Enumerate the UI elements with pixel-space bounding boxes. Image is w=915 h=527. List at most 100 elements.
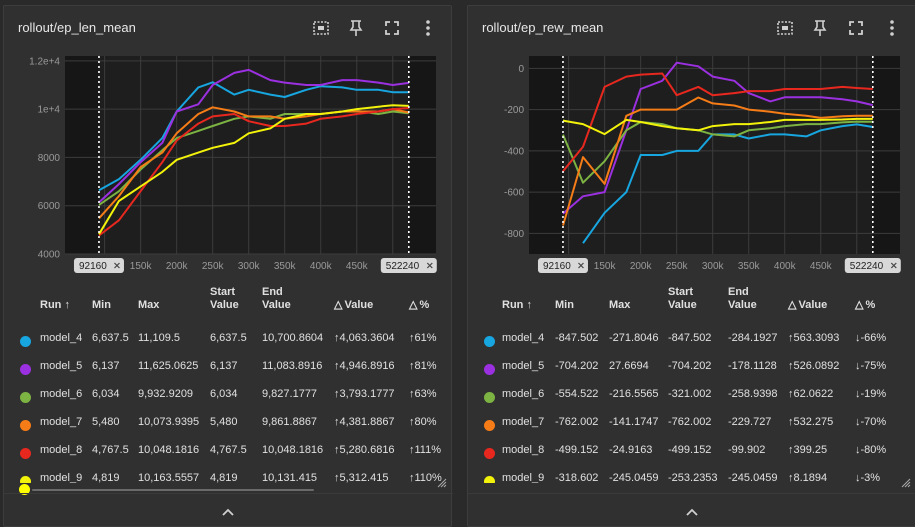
cell-dvalue: ↑8.1894 <box>788 472 828 483</box>
range-shade-right <box>872 56 900 254</box>
run-header[interactable]: Run ↑ <box>40 299 70 312</box>
cell-end: -99.902 <box>728 444 766 456</box>
delta-icon: △ <box>334 299 343 311</box>
end-value-header[interactable]: End Value <box>262 286 306 312</box>
cell-dvalue: ↑563.3093 <box>788 332 840 344</box>
pin-icon[interactable] <box>346 18 366 38</box>
cell-run: model_8 <box>502 444 545 456</box>
delta-value-header[interactable]: △ Value <box>788 299 827 312</box>
x-tick-label: 250k <box>202 261 225 272</box>
min-header[interactable]: Min <box>555 299 574 312</box>
delta-percent-header[interactable]: △% <box>855 299 875 312</box>
cell-end: 9,827.1777 <box>262 388 318 400</box>
x-tick-label: 450k <box>346 261 369 272</box>
cell-dpct: ↑81% <box>409 360 437 372</box>
table-row[interactable]: model_9 4,819 10,163.5557 4,819 10,131.415 ↑5… <box>4 464 453 483</box>
divider <box>4 493 453 494</box>
fullscreen-icon[interactable] <box>382 18 402 38</box>
cell-dvalue: ↑4,946.8916 <box>334 360 395 372</box>
min-header[interactable]: Min <box>92 299 111 312</box>
y-tick-label: 6000 <box>38 201 61 212</box>
card-title: rollout/ep_rew_mean <box>482 20 604 35</box>
cell-max: 9,932.9209 <box>138 388 194 400</box>
fit-domain-icon[interactable] <box>311 18 331 38</box>
table-row[interactable]: model_5 -704.202 27.6694 -704.202 -178.1128 ↑… <box>468 352 915 380</box>
delta-percent-header[interactable]: △% <box>409 299 429 312</box>
cell-min: 4,819 <box>92 472 120 483</box>
cell-start: 4,819 <box>210 472 238 483</box>
cell-dpct: ↑61% <box>409 332 437 344</box>
delta-value-header[interactable]: △ Value <box>334 299 373 312</box>
table-row[interactable]: model_8 4,767.5 10,048.1816 4,767.5 10,048.1… <box>4 436 453 464</box>
card-title: rollout/ep_len_mean <box>18 20 136 35</box>
table-row[interactable]: model_4 6,637.5 11,109.5 6,637.5 10,700.8604… <box>4 324 453 352</box>
range-chip-right[interactable]: 522240 <box>844 258 901 273</box>
more-options-icon[interactable] <box>882 18 902 38</box>
collapse-chevron-icon[interactable] <box>218 504 238 520</box>
cell-dvalue: ↑3,793.1777 <box>334 388 395 400</box>
x-tick-label: 300k <box>238 261 261 272</box>
cell-start: 6,137 <box>210 360 238 372</box>
horizontal-scrollbar[interactable] <box>32 489 314 491</box>
y-tick-label: -200 <box>504 105 524 116</box>
table-row[interactable]: model_8 -499.152 -24.9163 -499.152 -99.902 ↑3… <box>468 436 915 464</box>
sort-ascending-icon[interactable]: ↑ <box>523 299 532 311</box>
chart-card-ep-rew-mean: rollout/ep_rew_mean 0-200-400-600-800100… <box>467 5 915 527</box>
cell-dvalue: ↑399.25 <box>788 444 828 456</box>
cell-max: -245.0459 <box>609 472 659 483</box>
cell-max: 10,073.9395 <box>138 416 200 428</box>
x-tick-label: 350k <box>274 261 297 272</box>
range-chip-left[interactable]: 92160 <box>73 258 124 273</box>
pin-icon[interactable] <box>810 18 830 38</box>
max-header[interactable]: Max <box>138 299 159 312</box>
run-header[interactable]: Run ↑ <box>502 299 532 312</box>
plot-area[interactable] <box>529 56 900 254</box>
cell-end: -284.1927 <box>728 332 778 344</box>
cell-end: 9,861.8867 <box>262 416 318 428</box>
resize-handle-icon[interactable] <box>437 478 447 488</box>
plot-area[interactable] <box>65 56 436 254</box>
cell-dvalue: ↑5,280.6816 <box>334 444 395 456</box>
table-row[interactable]: model_6 6,034 9,932.9209 6,034 9,827.1777 ↑3,… <box>4 380 453 408</box>
cell-max: 27.6694 <box>609 360 649 372</box>
cell-end: -245.0459 <box>728 472 778 483</box>
start-value-header[interactable]: Start Value <box>210 286 254 312</box>
cell-dpct: ↓-19% <box>855 388 887 400</box>
cell-dpct: ↑111% <box>409 444 442 456</box>
cell-start: -762.002 <box>668 416 712 428</box>
cell-run: model_7 <box>40 416 83 428</box>
cell-run: model_6 <box>40 388 83 400</box>
fullscreen-icon[interactable] <box>846 18 866 38</box>
delta-icon: △ <box>788 299 797 311</box>
cell-min: 6,034 <box>92 388 120 400</box>
cell-dvalue: ↑532.275 <box>788 416 834 428</box>
cell-max: -216.5565 <box>609 388 659 400</box>
sort-ascending-icon[interactable]: ↑ <box>61 299 70 311</box>
fit-domain-icon[interactable] <box>775 18 795 38</box>
table-row[interactable]: model_5 6,137 11,625.0625 6,137 11,083.8916 ↑… <box>4 352 453 380</box>
line-chart[interactable]: 4000600080001e+41.2e+4100k150k200k250k30… <box>4 44 453 276</box>
cell-run: model_5 <box>40 360 83 372</box>
more-options-icon[interactable] <box>418 18 438 38</box>
range-chip-left[interactable]: 92160 <box>537 258 588 273</box>
svg-text:522240: 522240 <box>386 261 420 272</box>
collapse-chevron-icon[interactable] <box>682 504 702 520</box>
table-row[interactable]: model_7 -762.002 -141.1747 -762.002 -229.727… <box>468 408 915 436</box>
range-chip-right[interactable]: 522240 <box>380 258 437 273</box>
start-value-header[interactable]: Start Value <box>668 286 712 312</box>
y-tick-label: 1.2e+4 <box>29 56 60 67</box>
max-header[interactable]: Max <box>609 299 630 312</box>
line-chart[interactable]: 0-200-400-600-800100k150k200k250k300k350… <box>468 44 915 276</box>
table-row[interactable]: model_7 5,480 10,073.9395 5,480 9,861.8867 ↑4… <box>4 408 453 436</box>
runs-table: Run ↑ Min Max Start Value End Value △ Value △% m… <box>4 278 453 483</box>
table-row[interactable]: model_9 -318.602 -245.0459 -253.2353 -245.04… <box>468 464 915 483</box>
cell-end: -229.727 <box>728 416 772 428</box>
x-tick-label: 200k <box>166 261 189 272</box>
cell-min: -704.202 <box>555 360 599 372</box>
series-color-swatch <box>484 364 495 375</box>
table-row[interactable]: model_4 -847.502 -271.8046 -847.502 -284.192… <box>468 324 915 352</box>
resize-handle-icon[interactable] <box>901 478 911 488</box>
series-color-swatch <box>484 336 495 347</box>
table-row[interactable]: model_6 -554.522 -216.5565 -321.002 -258.939… <box>468 380 915 408</box>
end-value-header[interactable]: End Value <box>728 286 772 312</box>
